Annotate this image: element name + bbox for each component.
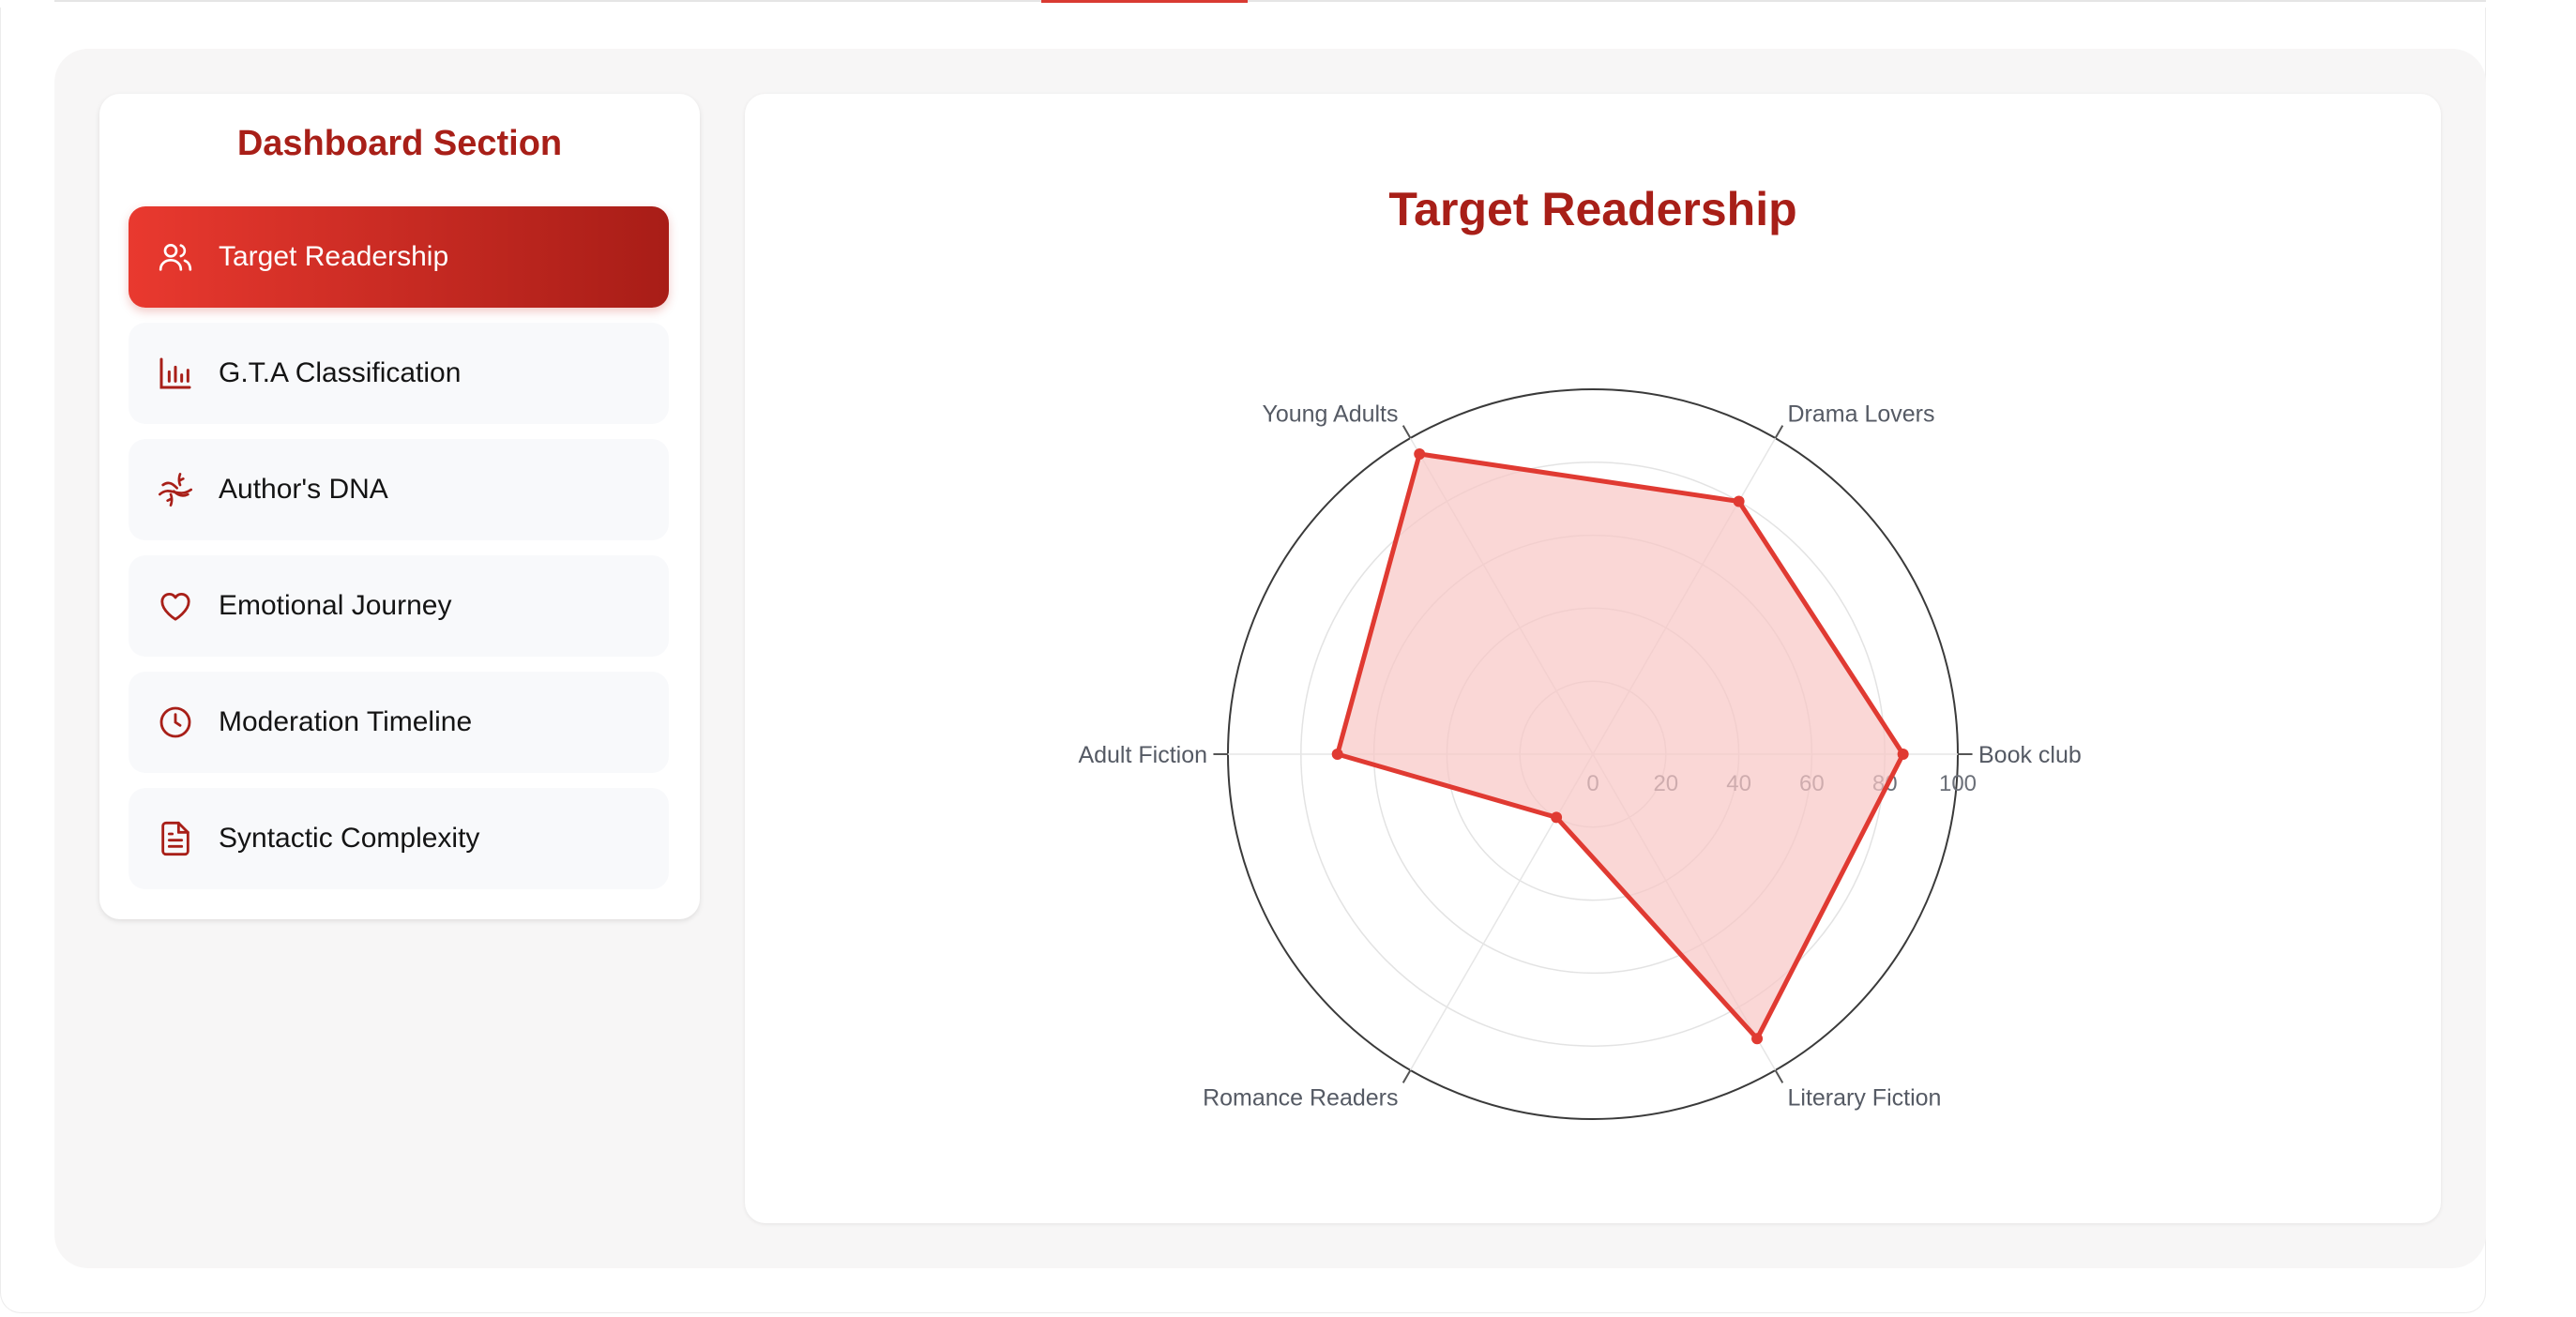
sidebar-item-gta-classification[interactable]: G.T.A Classification bbox=[129, 323, 669, 424]
sidebar-item-label: G.T.A Classification bbox=[219, 357, 462, 388]
radar-axis-label: Young Adults bbox=[1262, 401, 1398, 428]
radar-axis-label: Literary Fiction bbox=[1788, 1084, 1942, 1111]
radar-tick-label: 100 bbox=[1939, 771, 1977, 796]
sidebar-item-label: Target Readership bbox=[219, 241, 449, 272]
clock-icon bbox=[157, 704, 194, 741]
heart-icon bbox=[157, 587, 194, 625]
sidebar-item-label: Emotional Journey bbox=[219, 590, 452, 621]
dashboard-panel: Dashboard Section Target Readership G.T.… bbox=[54, 49, 2486, 1268]
radar-data-point bbox=[1414, 447, 1426, 460]
radar-chart: Book club Drama Lovers Young Adults Adult F… bbox=[1078, 388, 2082, 1120]
radar-axis-tick bbox=[1774, 425, 1784, 439]
sidebar-item-authors-dna[interactable]: Author's DNA bbox=[129, 439, 669, 540]
radar-data-point bbox=[1897, 749, 1909, 760]
chart-card: Target Readership Book club Drama Lovers Y… bbox=[745, 94, 2441, 1223]
radar-data-point bbox=[1331, 749, 1343, 760]
radar-axis-tick bbox=[1774, 1069, 1784, 1083]
top-divider bbox=[54, 0, 2486, 2]
sidebar: Dashboard Section Target Readership G.T.… bbox=[99, 94, 700, 919]
radar-axis-label: Book club bbox=[1978, 742, 2082, 768]
sidebar-item-target-readership[interactable]: Target Readership bbox=[129, 206, 669, 308]
radar-series-area bbox=[1335, 451, 1906, 1041]
sidebar-item-label: Moderation Timeline bbox=[219, 706, 473, 737]
sidebar-item-emotional-journey[interactable]: Emotional Journey bbox=[129, 555, 669, 657]
radar-axis-label: Drama Lovers bbox=[1788, 401, 1935, 428]
sidebar-item-label: Syntactic Complexity bbox=[219, 823, 480, 854]
radar-axis-tick bbox=[1402, 425, 1412, 439]
radar-axis-tick bbox=[1402, 1069, 1412, 1083]
sidebar-item-moderation-timeline[interactable]: Moderation Timeline bbox=[129, 672, 669, 773]
sidebar-item-label: Author's DNA bbox=[219, 474, 388, 505]
radar-data-point bbox=[1733, 495, 1745, 507]
bar-chart-icon bbox=[157, 355, 194, 392]
dna-icon bbox=[157, 471, 194, 508]
document-icon bbox=[157, 820, 194, 857]
users-icon bbox=[157, 238, 194, 276]
sidebar-title: Dashboard Section bbox=[236, 124, 563, 163]
sidebar-item-syntactic-complexity[interactable]: Syntactic Complexity bbox=[129, 788, 669, 889]
active-tab-indicator bbox=[1041, 0, 1248, 3]
radar-axis-label: Romance Readers bbox=[1203, 1084, 1398, 1111]
radar-data-point bbox=[1551, 811, 1563, 824]
radar-data-point bbox=[1751, 1033, 1764, 1045]
radar-axis-label: Adult Fiction bbox=[1078, 742, 1207, 768]
